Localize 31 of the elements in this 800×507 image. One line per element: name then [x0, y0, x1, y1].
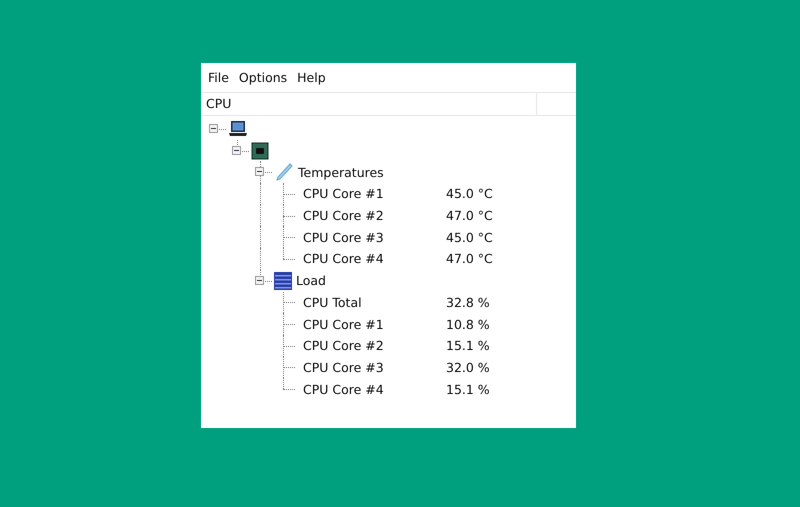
chip-icon — [251, 142, 269, 160]
sensor-name[interactable]: CPU Core #2 — [303, 338, 446, 354]
group-label[interactable]: Temperatures — [298, 164, 384, 180]
menu-item[interactable]: File — [203, 70, 234, 85]
sensor-value: 47.0 °C — [446, 208, 493, 224]
sensor-value: 15.1 % — [446, 338, 490, 354]
sensor-value: 45.0 °C — [446, 186, 493, 202]
sensor-name[interactable]: CPU Core #2 — [303, 208, 446, 224]
column-header[interactable]: CPU — [201, 93, 537, 115]
collapse-toggle[interactable] — [255, 276, 264, 285]
menu-item[interactable]: Help — [292, 70, 331, 85]
sensor-value: 32.0 % — [446, 360, 490, 375]
sensor-value: 32.8 % — [446, 294, 490, 310]
sensor-value: 10.8 % — [446, 316, 490, 332]
sensor-name[interactable]: CPU Total — [303, 294, 446, 310]
sensor-name[interactable]: CPU Core #1 — [303, 186, 446, 202]
sensor-name[interactable]: CPU Core #4 — [303, 251, 446, 266]
sensor-value: 15.1 % — [446, 382, 490, 397]
menu-item[interactable]: Options — [234, 70, 292, 85]
collapse-toggle[interactable] — [209, 124, 218, 133]
bar-stack-icon — [274, 272, 292, 290]
collapse-toggle[interactable] — [232, 146, 241, 155]
sensor-name[interactable]: CPU Core #3 — [303, 360, 446, 375]
computer-icon — [228, 120, 248, 138]
sensor-value: 47.0 °C — [446, 251, 493, 266]
sensor-value: 45.0 °C — [446, 230, 493, 245]
collapse-toggle[interactable] — [255, 167, 264, 176]
sensor-name[interactable]: CPU Core #1 — [303, 316, 446, 332]
sensor-name[interactable]: CPU Core #3 — [303, 230, 446, 245]
group-label[interactable]: Load — [296, 273, 326, 288]
sensor-name[interactable]: CPU Core #4 — [303, 382, 446, 397]
